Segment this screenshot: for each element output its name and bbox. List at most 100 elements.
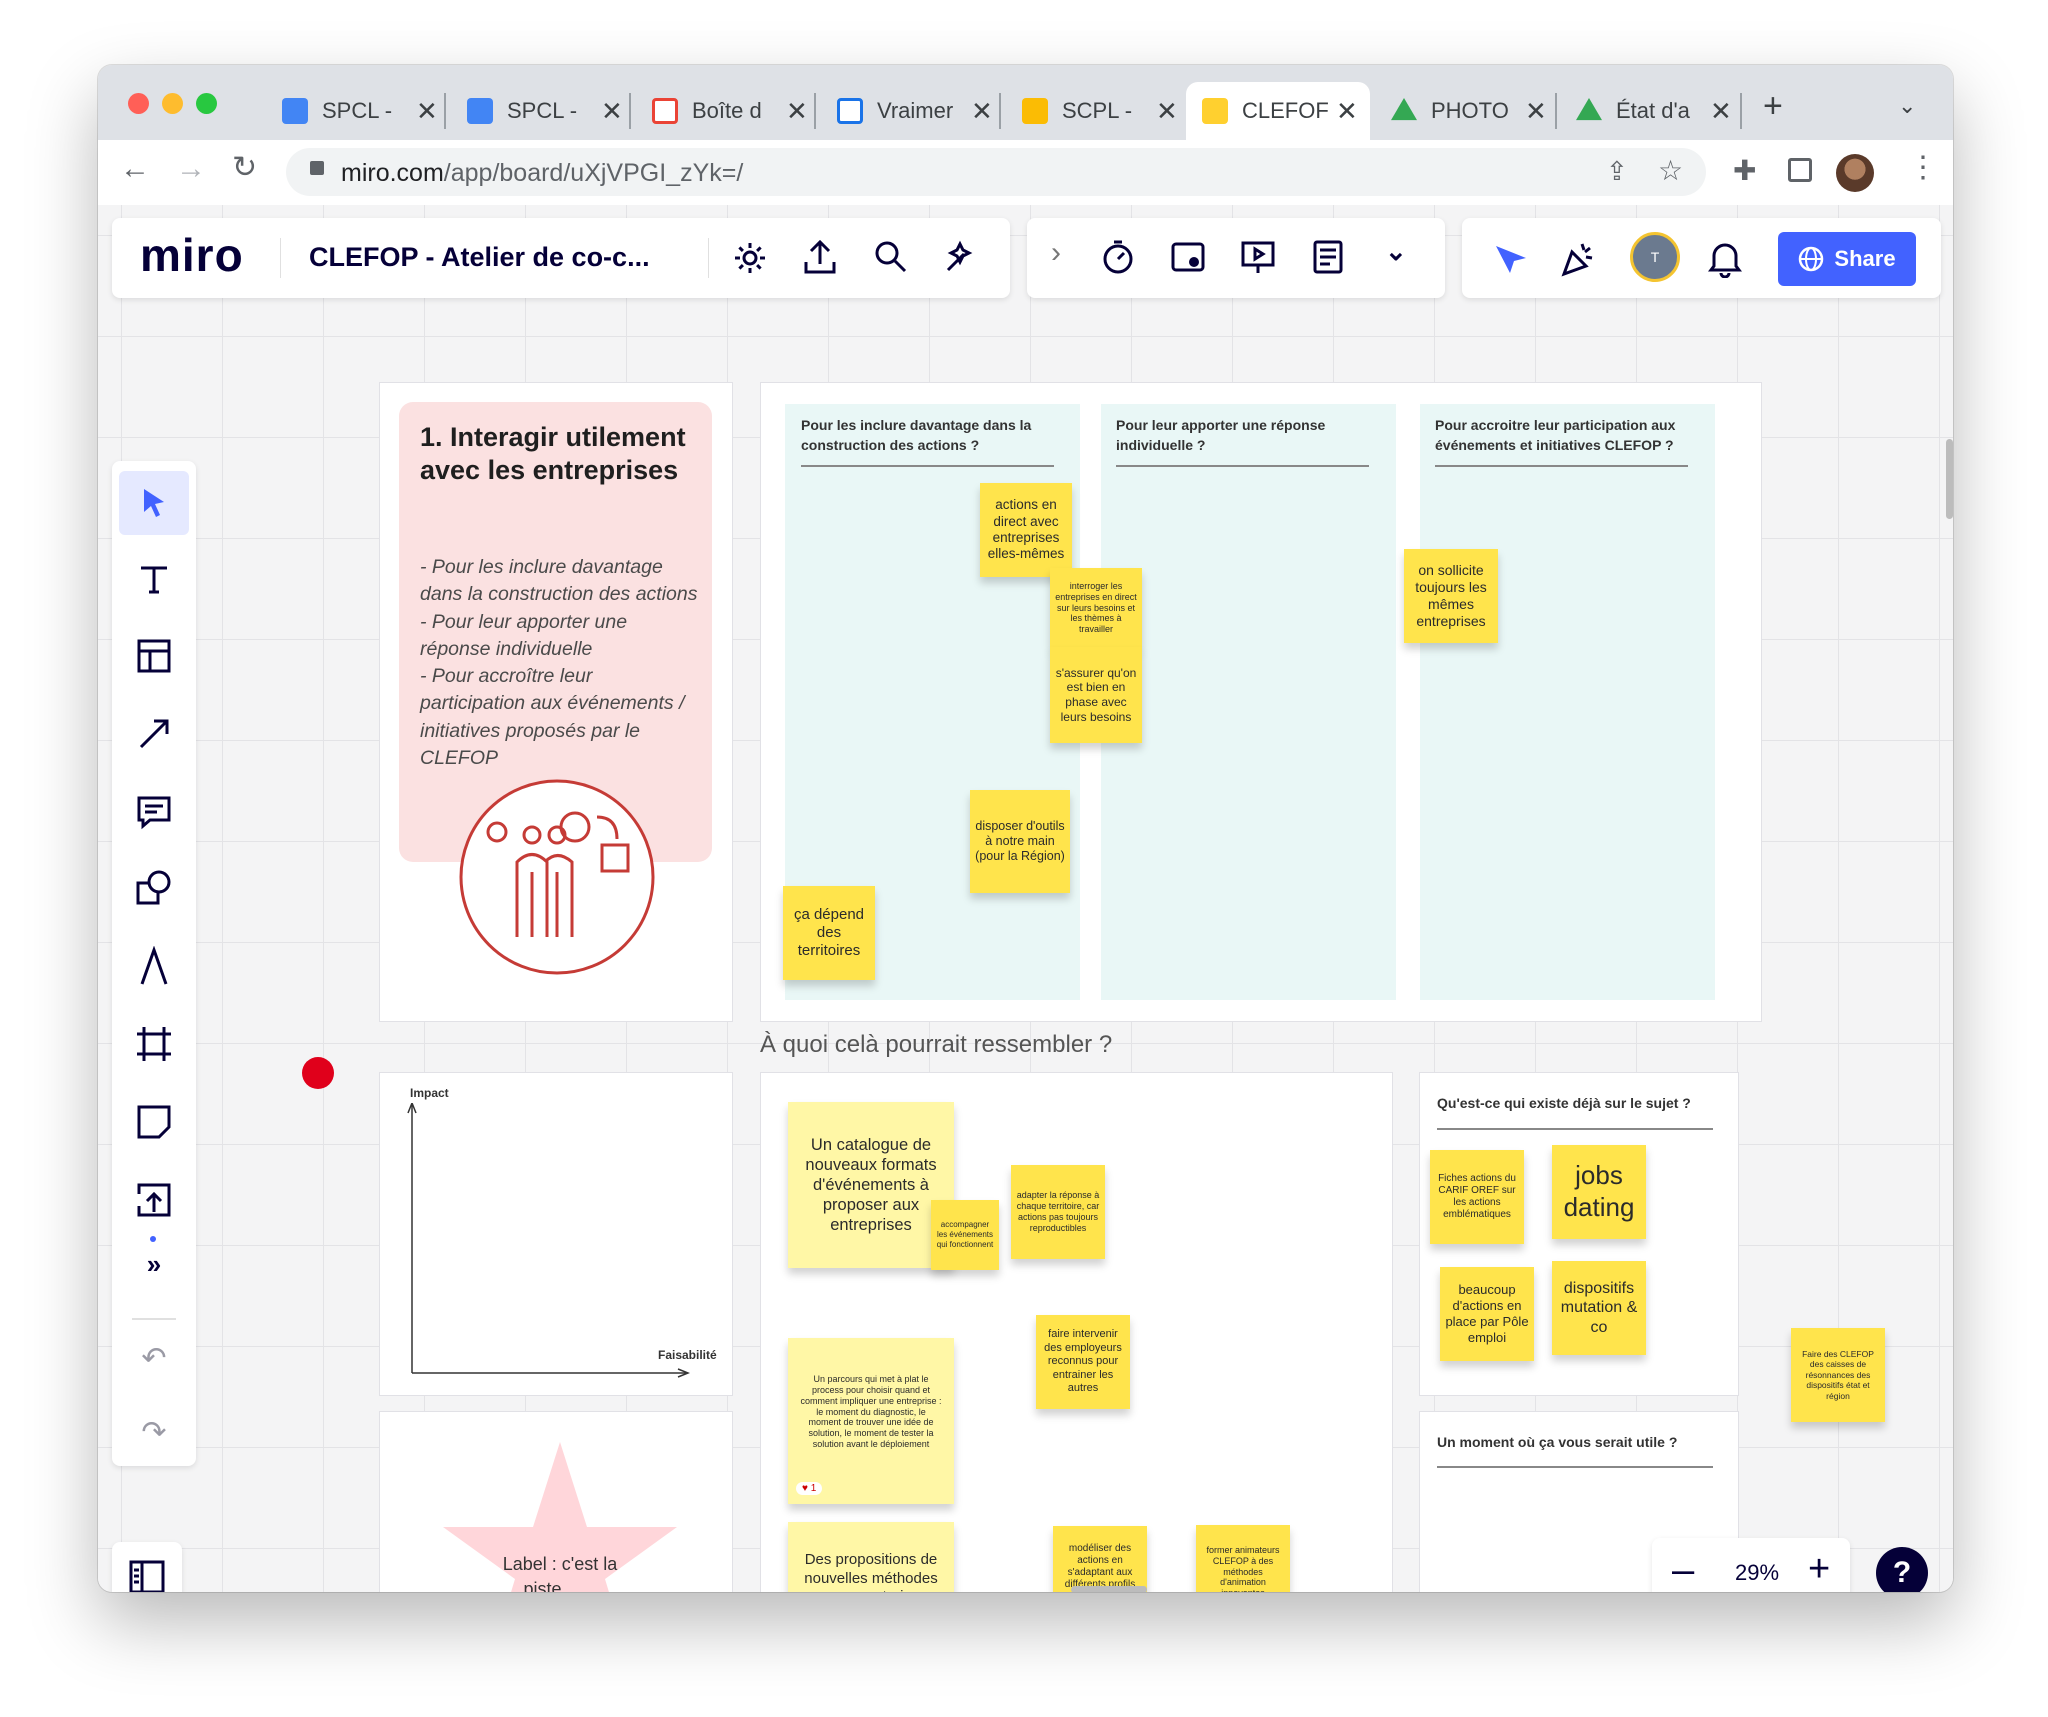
share-button[interactable]: Share (1778, 232, 1916, 286)
browser-tab[interactable]: État d'a ✕ (1560, 82, 1732, 140)
reaction-count: 1 (810, 1483, 817, 1494)
embed-video-icon[interactable] (1169, 238, 1207, 276)
sticky-note[interactable]: adapter la réponse à chaque territoire, … (1011, 1165, 1105, 1259)
shapes-tool[interactable] (112, 853, 196, 923)
sticky-note[interactable]: disposer d'outils à notre main (pour la … (970, 790, 1070, 893)
notes-list-icon[interactable] (1309, 238, 1347, 276)
text-tool[interactable] (112, 544, 196, 614)
presentation-icon[interactable] (1239, 238, 1277, 276)
celebrate-icon[interactable] (1558, 236, 1600, 278)
help-button[interactable]: ? (1876, 1547, 1928, 1592)
browser-tab[interactable]: Boîte d ✕ (636, 82, 808, 140)
export-upload-icon[interactable] (802, 238, 838, 276)
sticky-note[interactable]: s'assurer qu'on est bien en phase avec l… (1050, 647, 1142, 743)
sticky-note[interactable]: interroger les entreprises en direct sur… (1050, 568, 1142, 648)
browser-tab[interactable]: SPCL - ✕ (451, 82, 623, 140)
more-tools-chevron-icon[interactable]: ⌄ (1385, 236, 1407, 267)
intro-line: - Pour leur apporter une réponse individ… (420, 610, 628, 660)
collaborator-avatar[interactable]: T (1630, 232, 1680, 282)
close-tab-icon[interactable]: ✕ (601, 96, 623, 127)
extensions-puzzle-icon[interactable]: ✚ (1733, 154, 1756, 187)
search-icon[interactable] (872, 238, 908, 276)
sticky-note[interactable]: Faire des CLEFOP des caisses de résonnan… (1791, 1328, 1885, 1422)
notifications-bell-icon[interactable] (1706, 238, 1744, 278)
gmail-icon (652, 98, 678, 124)
reload-icon[interactable]: ↻ (232, 150, 257, 185)
tab-search-chevron-icon[interactable]: ⌄ (1898, 93, 1916, 119)
frame-tool[interactable] (112, 1009, 196, 1079)
close-tab-icon[interactable]: ✕ (1336, 96, 1358, 127)
column-heading: Pour les inclure davantage dans la const… (801, 417, 1032, 453)
new-tab-button[interactable]: + (1763, 87, 1783, 126)
bookmark-star-icon[interactable]: ☆ (1658, 154, 1683, 187)
close-tab-icon[interactable]: ✕ (1156, 96, 1178, 127)
upload-tool[interactable] (112, 1165, 196, 1235)
connection-line-tool[interactable] (112, 699, 196, 769)
board-title[interactable]: CLEFOP - Atelier de co-c... (309, 242, 650, 273)
vertical-scrollbar[interactable] (1946, 439, 1953, 519)
sticky-note[interactable]: faire intervenir des employeurs reconnus… (1036, 1315, 1130, 1409)
sticky-note-tool[interactable] (112, 1087, 196, 1157)
sticky-note[interactable]: former animateurs CLEFOP à des méthodes … (1196, 1525, 1290, 1592)
red-dot-marker[interactable] (302, 1057, 334, 1089)
star-label: Label : c'est la piste ...... (502, 1554, 618, 1592)
close-tab-icon[interactable]: ✕ (971, 96, 993, 127)
sticky-note[interactable]: jobs dating (1552, 1145, 1646, 1239)
sticky-note[interactable]: beaucoup d'actions en place par Pôle emp… (1440, 1267, 1534, 1361)
tab-divider (1555, 93, 1557, 129)
browser-tab[interactable]: PHOTO ✕ (1375, 82, 1547, 140)
horizontal-scrollbar[interactable] (1071, 1586, 1147, 1592)
close-tab-icon[interactable]: ✕ (786, 96, 808, 127)
browser-tab[interactable]: SPCL - ✕ (266, 82, 438, 140)
sticky-note[interactable]: Un catalogue de nouveaux formats d'événe… (788, 1102, 954, 1268)
browser-window: SPCL - ✕ SPCL - ✕ Boîte d ✕ Vraimer ✕ SC… (98, 65, 1953, 1592)
zoom-out-button[interactable]: – (1672, 1548, 1694, 1592)
forward-arrow-icon[interactable]: → (176, 152, 206, 186)
sticky-note[interactable]: accompagner les événements qui fonctionn… (931, 1200, 999, 1270)
back-arrow-icon[interactable]: ← (120, 152, 150, 186)
omnibox[interactable]: miro.com/app/board/uXjVPGI_zYk=/ ⇪ ☆ (286, 148, 1706, 196)
profile-avatar[interactable] (1836, 154, 1874, 192)
sticky-note[interactable]: dispositifs mutation & co (1552, 1261, 1646, 1355)
tab-title: Boîte d (692, 98, 762, 123)
column-rule (801, 465, 1054, 467)
browser-menu-icon[interactable]: ⋮ (1908, 150, 1938, 185)
browser-tab[interactable]: Vraimer ✕ (821, 82, 993, 140)
undo-icon[interactable]: ↶ (112, 1323, 196, 1393)
sticky-note[interactable]: ça dépend des territoires (783, 886, 875, 980)
templates-tool[interactable] (112, 621, 196, 691)
minimize-window-button[interactable] (162, 93, 183, 114)
magic-wand-icon[interactable] (942, 238, 980, 276)
share-page-icon[interactable]: ⇪ (1606, 156, 1628, 187)
sticky-note[interactable]: Des propositions de nouvelles méthodes p… (788, 1522, 954, 1592)
close-tab-icon[interactable]: ✕ (416, 96, 438, 127)
side-panel-icon[interactable] (1788, 158, 1812, 182)
sticky-note[interactable]: Fiches actions du CARIF OREF sur les act… (1430, 1150, 1524, 1244)
select-tool[interactable] (112, 468, 196, 538)
miro-logo[interactable]: miro (140, 228, 244, 282)
sticky-note[interactable]: on sollicite toujours les mêmes entrepri… (1404, 549, 1498, 643)
cursor-follow-icon[interactable] (1492, 240, 1532, 276)
settings-gear-icon[interactable] (732, 240, 768, 276)
zoom-level[interactable]: 29% (1735, 1560, 1779, 1586)
zoom-in-button[interactable]: + (1808, 1548, 1830, 1591)
sticky-note[interactable]: Un parcours qui met à plat le process po… (788, 1338, 954, 1504)
pen-tool[interactable] (112, 931, 196, 1001)
sticky-note[interactable]: modéliser des actions en s'adaptant aux … (1053, 1526, 1147, 1592)
maximize-window-button[interactable] (196, 93, 217, 114)
redo-icon[interactable]: ↷ (112, 1397, 196, 1467)
close-window-button[interactable] (128, 93, 149, 114)
comment-tool[interactable] (112, 777, 196, 847)
timer-icon[interactable] (1099, 238, 1137, 276)
sticky-note[interactable]: actions en direct avec entreprises elles… (980, 483, 1072, 577)
heart-reaction-badge[interactable]: ♥ 1 (796, 1482, 823, 1495)
close-tab-icon[interactable]: ✕ (1525, 96, 1547, 127)
browser-tab[interactable]: SCPL - ✕ (1006, 82, 1178, 140)
url-text: miro.com/app/board/uXjVPGI_zYk=/ (341, 159, 743, 188)
board-canvas[interactable]: 1. Interagir utilement avec les entrepri… (98, 205, 1953, 1592)
more-apps-chevrons-icon[interactable]: » (112, 1229, 196, 1299)
close-tab-icon[interactable]: ✕ (1710, 96, 1732, 127)
chevron-right-icon[interactable]: › (1051, 236, 1061, 270)
browser-tab-active[interactable]: CLEFOF ✕ (1186, 82, 1370, 140)
frames-panel-toggle[interactable] (112, 1542, 182, 1592)
